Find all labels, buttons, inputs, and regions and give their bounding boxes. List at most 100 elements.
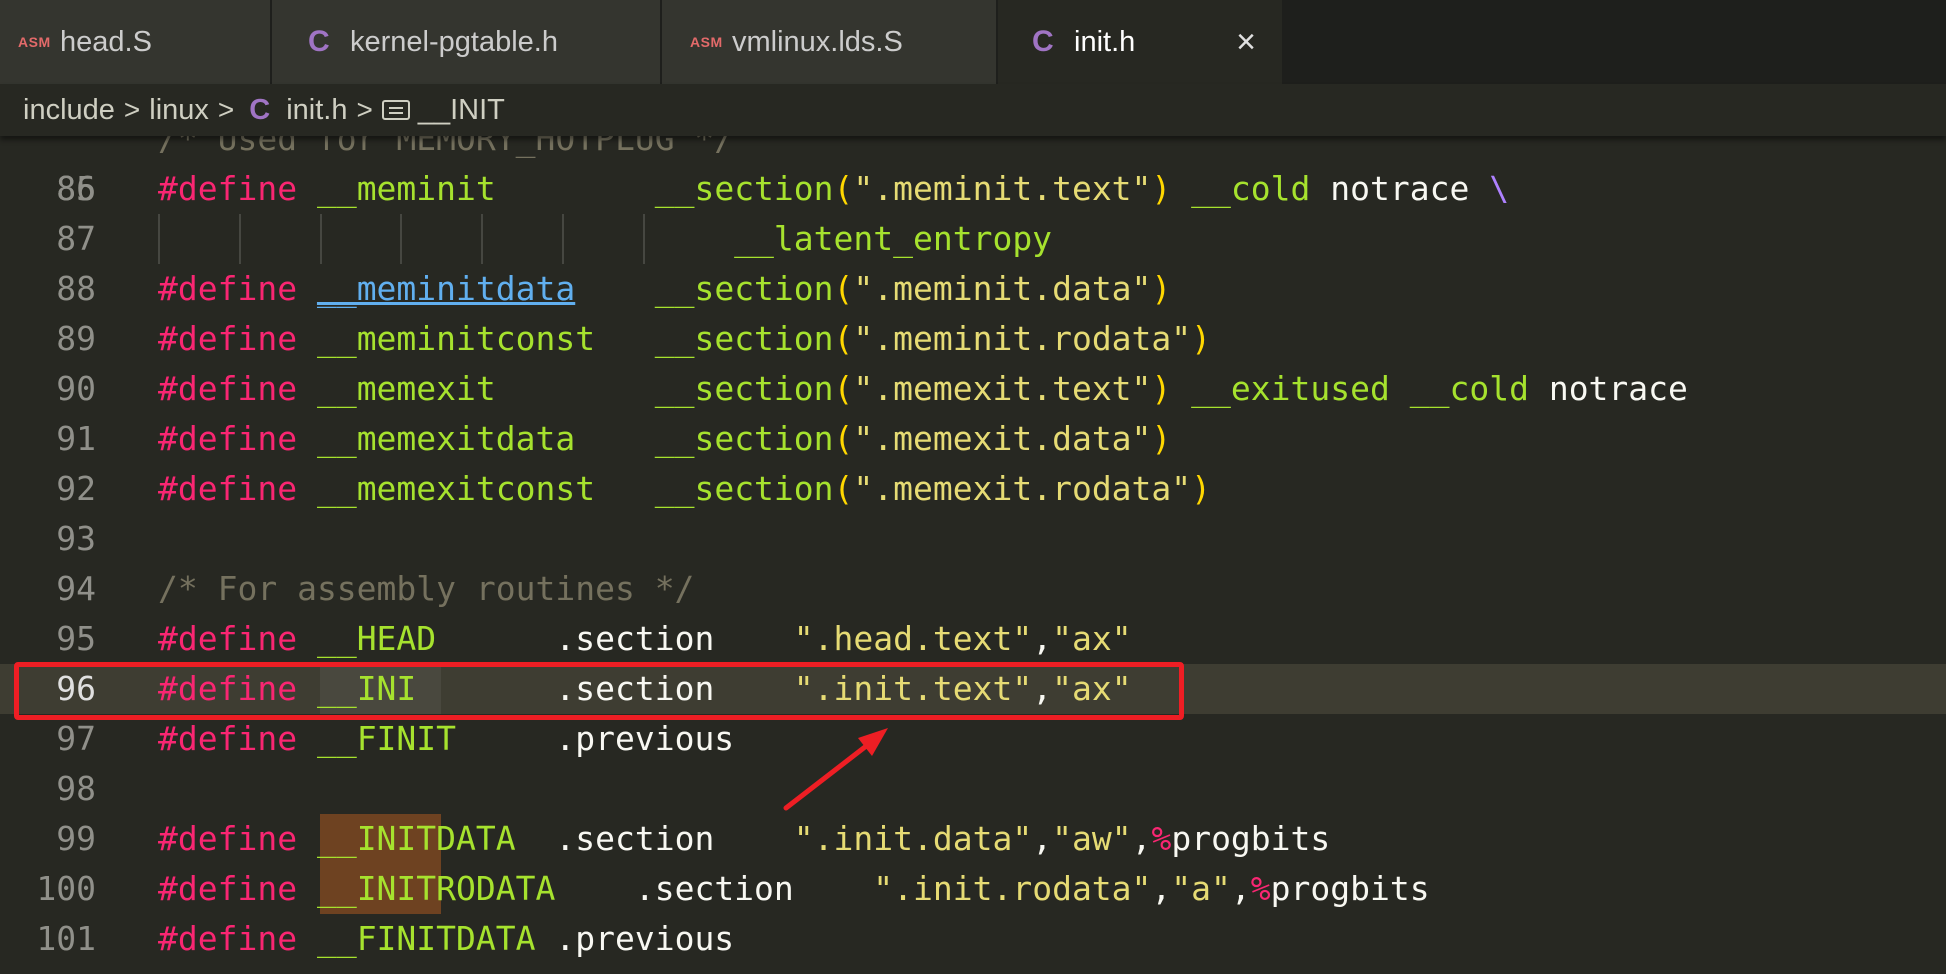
code-token: ".head.text" [793, 619, 1033, 658]
code-token: ( [833, 419, 854, 458]
line-number: 90 [56, 369, 96, 408]
code-token: /* For assembly routines */ [158, 569, 695, 608]
asm-file-icon: ASM [18, 34, 51, 50]
breadcrumb-file[interactable]: init.h [286, 94, 347, 127]
line-number: 95 [56, 619, 96, 658]
code-line: 87 __latent_entropy [0, 214, 1946, 264]
breadcrumb-linux[interactable]: linux [149, 94, 209, 127]
code-editor[interactable]: 85 /* Used for MEMORY_HOTPLUG */ 86 #defi… [0, 136, 1946, 974]
code-token: "aw" [1052, 819, 1132, 858]
code-token: __cold [1191, 169, 1311, 208]
code-token: #define [158, 269, 298, 308]
code-token: #define [158, 919, 298, 958]
code-line: 97 #define __FINIT .previous [0, 714, 1946, 764]
code-token: ) [1151, 169, 1172, 208]
close-icon[interactable]: × [1228, 23, 1264, 61]
tab-vmlinux-lds-s[interactable]: ASM vmlinux.lds.S [662, 0, 998, 84]
chevron-right-icon: > [356, 94, 373, 125]
code-token: #define [158, 819, 298, 858]
chevron-right-icon: > [217, 94, 235, 125]
code-token: ".meminit.text" [853, 169, 1152, 208]
annotation-highlight-box [14, 662, 1184, 720]
line-number: 93 [56, 519, 96, 558]
code-token: , [1151, 869, 1172, 908]
code-token: __section [654, 469, 834, 508]
code-token: __FINIT [316, 719, 457, 758]
code-token: __section [654, 319, 834, 358]
code-token: __INITDATA [316, 819, 516, 858]
code-token: __section [654, 419, 834, 458]
code-text: #define __HEAD .section ".head.text","ax… [158, 614, 1132, 664]
line-number: 87 [56, 219, 96, 258]
code-token: __section [654, 369, 834, 408]
code-token: ( [833, 369, 854, 408]
code-token: #define [158, 619, 298, 658]
code-token: progbits [1171, 819, 1331, 858]
code-token: "a" [1171, 869, 1231, 908]
code-line: 100 #define __INITRODATA .section ".init.… [0, 864, 1946, 914]
symbol-constant-icon [381, 100, 410, 120]
code-token: __memexitconst [316, 469, 596, 508]
line-number: 92 [56, 469, 96, 508]
code-token: __exitused [1191, 369, 1390, 408]
breadcrumb-include[interactable]: include [23, 94, 115, 127]
line-number: 100 [36, 869, 96, 908]
asm-file-icon: ASM [690, 34, 723, 50]
code-token: "ax" [1052, 619, 1132, 658]
code-token: __memexit [316, 369, 496, 408]
line-number: 94 [56, 569, 96, 608]
code-line: 91 #define __memexitdata __section(".meme… [0, 414, 1946, 464]
code-token: ( [833, 169, 854, 208]
code-token: ".memexit.rodata" [853, 469, 1192, 508]
code-text: #define __memexit __section(".memexit.te… [158, 364, 1688, 414]
tab-init-h[interactable]: C init.h × [998, 0, 1284, 84]
code-token: #define [158, 319, 298, 358]
code-token: #define [158, 419, 298, 458]
code-token: ".init.data" [793, 819, 1033, 858]
code-line: 85 /* Used for MEMORY_HOTPLUG */ [0, 136, 1946, 208]
code-text: #define __FINIT .previous [158, 714, 734, 764]
code-token: .section [436, 619, 794, 658]
code-text: #define __memexitconst __section(".memex… [158, 464, 1211, 514]
line-number: 88 [56, 269, 96, 308]
line-number: 99 [56, 819, 96, 858]
line-number: 86 [56, 169, 96, 208]
code-token: .section [555, 869, 874, 908]
code-line: 89 #define __meminitconst __section(".mem… [0, 314, 1946, 364]
code-token[interactable]: __meminitdata [317, 269, 575, 308]
code-text: #define __INITRODATA .section ".init.rod… [158, 864, 1430, 914]
tab-kernel-pgtable-h[interactable]: C kernel-pgtable.h [272, 0, 662, 84]
code-token: \ [1489, 169, 1510, 208]
code-token: #define [158, 369, 298, 408]
tab-head-s[interactable]: ASM head.S [0, 0, 272, 84]
code-line: 86 #define __meminit __section(".meminit.… [0, 164, 1946, 214]
code-token: % [1250, 869, 1271, 908]
code-line: 99 #define __INITDATA .section ".init.dat… [0, 814, 1946, 864]
breadcrumb-symbol[interactable]: __INIT [418, 94, 505, 127]
code-text: #define __memexitdata __section(".memexi… [158, 414, 1171, 464]
code-token: .previous [456, 719, 735, 758]
code-token: notrace [1310, 169, 1490, 208]
tab-label: init.h [1074, 25, 1136, 58]
code-token: #define [158, 169, 298, 208]
code-text: __latent_entropy [158, 214, 1052, 264]
code-token: ".meminit.data" [853, 269, 1152, 308]
code-token: ) [1151, 369, 1172, 408]
code-text: #define __INITDATA .section ".init.data"… [158, 814, 1330, 864]
code-token: __memexitdata [316, 419, 576, 458]
code-token: , [1230, 869, 1251, 908]
code-token: ) [1151, 419, 1172, 458]
code-token: __HEAD [316, 619, 437, 658]
